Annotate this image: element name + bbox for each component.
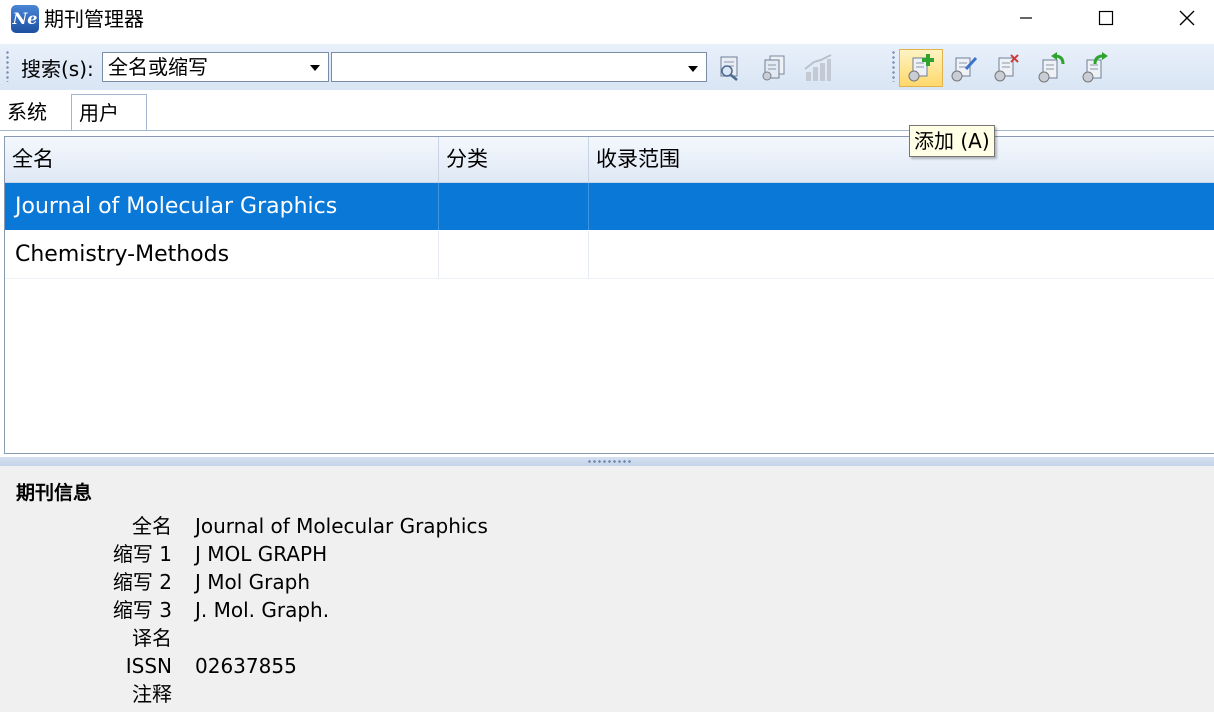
- maximize-button[interactable]: [1083, 0, 1129, 36]
- close-icon: [1179, 10, 1195, 26]
- search-field-value: 全名或缩写: [108, 55, 208, 79]
- table-row[interactable]: Journal of Molecular Graphics: [5, 183, 1214, 230]
- search-field-combo[interactable]: 全名或缩写: [102, 52, 329, 82]
- add-document-icon: [908, 54, 934, 82]
- add-tooltip: 添加 (A): [909, 125, 995, 157]
- cell-coverage: [589, 231, 1214, 278]
- toolbar-grip[interactable]: [892, 50, 895, 82]
- cell-full-name: Journal of Molecular Graphics: [5, 183, 439, 230]
- chevron-down-icon: [310, 65, 320, 71]
- edit-document-icon: [951, 56, 978, 82]
- bar-chart-icon: [804, 54, 832, 81]
- delete-document-icon: [994, 54, 1019, 82]
- splitter-grip[interactable]: [587, 460, 633, 463]
- info-label: 注释: [132, 682, 172, 706]
- search-journal-button[interactable]: [710, 49, 750, 87]
- delete-button[interactable]: [987, 49, 1027, 87]
- info-title: 期刊信息: [16, 482, 93, 504]
- cell-category: [439, 183, 589, 230]
- window-title: 期刊管理器: [44, 7, 144, 31]
- row-divider: [5, 278, 1214, 279]
- info-row-full-name: 全名 Journal of Molecular Graphics: [0, 512, 800, 540]
- info-label: ISSN: [125, 654, 172, 678]
- column-header-category[interactable]: 分类: [439, 137, 589, 182]
- tab-system[interactable]: 系统: [0, 94, 54, 130]
- panel-splitter[interactable]: [0, 457, 1214, 466]
- info-label: 缩写 1: [112, 542, 172, 566]
- table-header: 全名 分类 收录范围: [5, 137, 1214, 183]
- maximize-icon: [1098, 10, 1114, 26]
- info-row-abbr-3: 缩写 3 J. Mol. Graph.: [0, 596, 800, 624]
- info-label: 缩写 2: [112, 570, 172, 594]
- toolbar: 搜索(s): 全名或缩写: [0, 44, 1214, 90]
- export-document-icon: [1082, 52, 1108, 83]
- edit-button[interactable]: [944, 49, 984, 87]
- journal-info-panel: 期刊信息 全名 Journal of Molecular Graphics 缩写…: [0, 466, 1214, 712]
- info-value: J Mol Graph: [195, 570, 311, 594]
- column-header-full-name[interactable]: 全名: [5, 137, 439, 182]
- search-text-combo[interactable]: [331, 52, 707, 82]
- table-row[interactable]: Chemistry-Methods: [5, 231, 1214, 278]
- cell-category: [439, 231, 589, 278]
- title-bar: Ne 期刊管理器: [0, 0, 1214, 38]
- import-document-icon: [1038, 52, 1065, 83]
- chevron-down-icon: [688, 66, 698, 72]
- info-value: J. Mol. Graph.: [195, 598, 330, 622]
- minimize-icon: [1020, 17, 1032, 19]
- close-button[interactable]: [1164, 0, 1210, 36]
- tab-user[interactable]: 用户: [71, 94, 147, 131]
- info-row-abbr-1: 缩写 1 J MOL GRAPH: [0, 540, 800, 568]
- info-row-abbr-2: 缩写 2 J Mol Graph: [0, 568, 800, 596]
- add-button[interactable]: [899, 49, 943, 87]
- info-value: 02637855: [195, 654, 297, 678]
- tab-strip: 系统 用户: [0, 94, 1214, 131]
- info-row-issn: ISSN 02637855: [0, 652, 800, 680]
- info-row-translation: 译名: [0, 624, 800, 652]
- info-label: 全名: [132, 514, 172, 538]
- minimize-button[interactable]: [1003, 0, 1049, 36]
- info-value: J MOL GRAPH: [195, 542, 328, 566]
- magnifier-document-icon: [720, 56, 738, 81]
- cell-coverage: [589, 183, 1214, 230]
- documents-icon: [762, 55, 785, 81]
- import-button[interactable]: [1031, 49, 1071, 87]
- column-header-coverage[interactable]: 收录范围: [589, 137, 1214, 182]
- statistics-button[interactable]: [798, 49, 838, 87]
- journal-table: 全名 分类 收录范围 Journal of Molecular Graphics…: [4, 136, 1214, 454]
- app-icon: Ne: [11, 5, 39, 33]
- info-value: Journal of Molecular Graphics: [195, 514, 488, 538]
- info-label: 译名: [132, 626, 172, 650]
- search-label: 搜索(s):: [21, 57, 94, 81]
- toolbar-grip[interactable]: [6, 50, 9, 82]
- journal-list-button[interactable]: [754, 49, 794, 87]
- info-row-notes: 注释: [0, 680, 800, 708]
- tab-divider: [0, 130, 1214, 131]
- export-button[interactable]: [1075, 49, 1115, 87]
- cell-full-name: Chemistry-Methods: [5, 231, 439, 278]
- info-label: 缩写 3: [112, 598, 172, 622]
